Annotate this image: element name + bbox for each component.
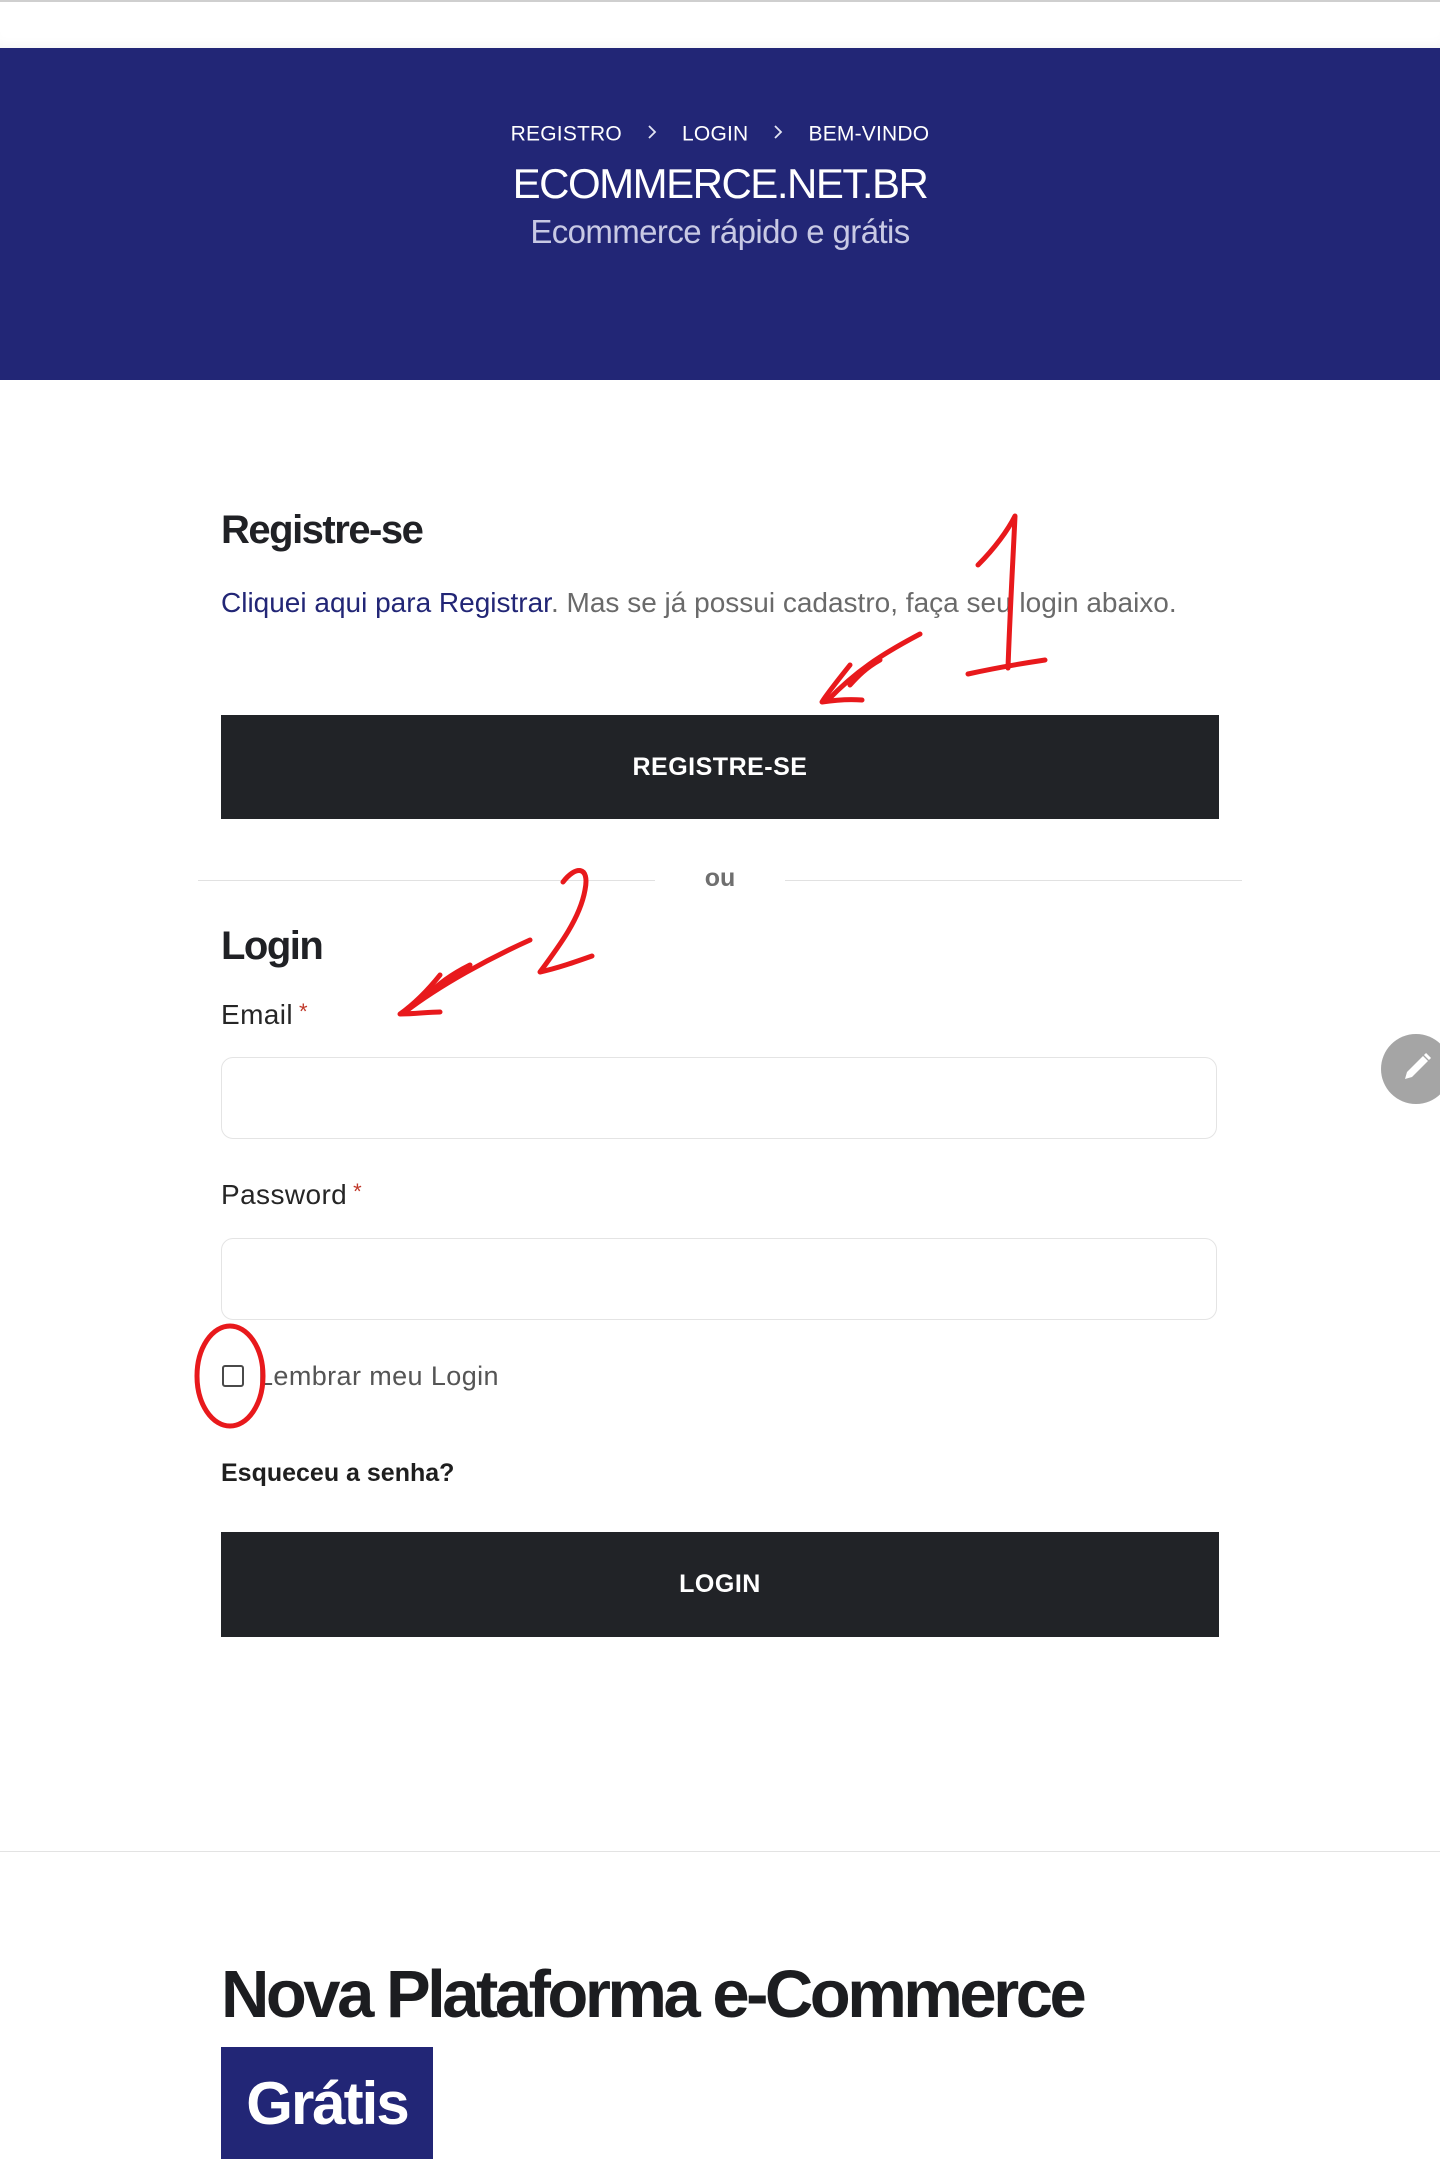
- login-button[interactable]: LOGIN: [221, 1532, 1219, 1637]
- annotation-number-1-base: [965, 657, 1048, 677]
- password-field[interactable]: [221, 1238, 1217, 1320]
- forgot-password-link[interactable]: Esqueceu a senha?: [221, 1459, 454, 1488]
- required-mark: *: [299, 999, 308, 1024]
- register-description-text: . Mas se já possui cadastro, faça seu lo…: [550, 587, 1177, 618]
- promo-title: Nova Plataforma e-Commerce: [221, 1957, 1087, 2032]
- password-label: Password *: [221, 1179, 362, 1211]
- register-link[interactable]: Cliquei aqui para Registrar: [221, 587, 551, 618]
- pencil-icon: [1400, 1050, 1434, 1089]
- email-field[interactable]: [221, 1057, 1217, 1139]
- site-subtitle: Ecommerce rápido e grátis: [530, 213, 910, 250]
- divider-line-right: [785, 880, 1242, 881]
- annotation-arrow-2b: [425, 962, 473, 998]
- register-button[interactable]: REGISTRE-SE: [221, 715, 1219, 819]
- register-description: Cliquei aqui para Registrar. Mas se já p…: [221, 578, 1221, 628]
- breadcrumb: REGISTRO LOGIN BEM-VINDO: [0, 121, 1440, 147]
- register-heading: Registre-se: [221, 508, 424, 552]
- site-title[interactable]: ECOMMERCE.NET.BR: [0, 158, 1440, 210]
- annotation-arrow-1: [825, 631, 923, 703]
- annotation-arrowhead-2: [397, 972, 443, 1017]
- chevron-right-icon: [646, 121, 658, 147]
- email-label: Email *: [221, 999, 308, 1031]
- breadcrumb-item-registro[interactable]: REGISTRO: [511, 122, 622, 145]
- divider-or-label: ou: [704, 864, 736, 892]
- section-divider: [0, 1851, 1440, 1852]
- page-header: REGISTRO LOGIN BEM-VINDO ECOMMERCE.NET.B…: [0, 48, 1440, 380]
- remember-label[interactable]: Lembrar meu Login: [258, 1361, 499, 1392]
- annotation-number-2: [537, 868, 595, 975]
- chevron-right-icon: [772, 121, 784, 147]
- email-label-text: Email: [221, 999, 294, 1030]
- password-label-text: Password: [221, 1179, 348, 1210]
- login-heading: Login: [221, 924, 324, 968]
- breadcrumb-item-login[interactable]: LOGIN: [682, 122, 748, 145]
- annotation-arrowhead-1: [819, 662, 865, 705]
- breadcrumb-item-bem-vindo: BEM-VINDO: [808, 122, 930, 146]
- remember-checkbox[interactable]: [222, 1365, 244, 1387]
- divider-line-left: [198, 880, 655, 881]
- required-mark: *: [353, 1179, 363, 1204]
- browser-top-bar: [0, 0, 1440, 48]
- edit-button[interactable]: [1381, 1034, 1440, 1104]
- promo-badge: Grátis: [221, 2047, 433, 2159]
- annotation-arrow-1b: [847, 657, 883, 688]
- annotation-arrow-2: [402, 937, 533, 1015]
